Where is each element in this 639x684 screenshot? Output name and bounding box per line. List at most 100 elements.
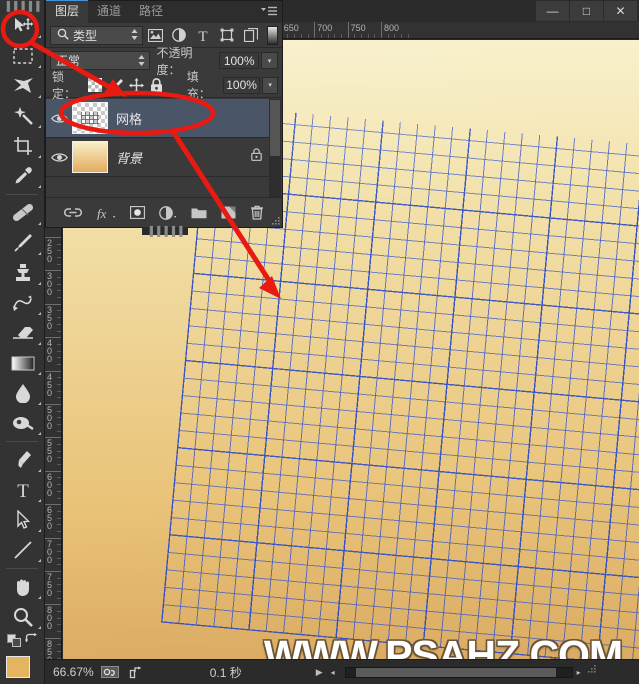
lock-all-icon[interactable] (146, 75, 166, 95)
toolbar-grip[interactable]: ▐▐▐▐▐ (0, 0, 44, 11)
type-tool[interactable]: T (0, 475, 45, 505)
ruler-minor-tick (57, 250, 61, 252)
lock-label: 锁定： (52, 70, 77, 101)
ruler-minor-tick (57, 591, 61, 593)
layer-row[interactable]: 背景 (46, 138, 271, 177)
clone-stamp-tool[interactable] (0, 258, 45, 288)
color-swatches[interactable] (0, 654, 45, 684)
filter-pixel-layers-icon[interactable] (143, 26, 167, 45)
ruler-minor-tick (57, 550, 61, 552)
opacity-stepper[interactable]: ▾ (261, 52, 278, 69)
filter-smart-object-icon[interactable] (239, 26, 263, 45)
scroll-left-arrow[interactable]: ◂ (331, 668, 335, 677)
filter-toggle[interactable] (267, 25, 278, 45)
trash-icon[interactable] (250, 205, 264, 220)
ruler-minor-tick (57, 450, 61, 452)
brush-tool[interactable] (0, 228, 45, 258)
pen-tool[interactable] (0, 445, 45, 475)
tab-paths[interactable]: 路径 (130, 0, 172, 23)
ruler-minor-tick (57, 651, 61, 653)
move-tool[interactable] (0, 11, 45, 41)
maximize-button[interactable]: □ (570, 1, 603, 21)
lasso-tool[interactable] (0, 71, 45, 101)
share-icon[interactable] (126, 665, 146, 679)
healing-brush-tool[interactable] (0, 198, 45, 228)
lock-icon (251, 148, 262, 166)
new-layer-icon[interactable] (221, 206, 236, 219)
hand-tool[interactable] (0, 572, 45, 602)
magic-wand-tool[interactable] (0, 101, 45, 131)
ruler-minor-tick (57, 617, 61, 619)
crop-tool[interactable] (0, 131, 45, 161)
filter-kind-label: 类型 (73, 28, 98, 43)
filter-adjustment-layers-icon[interactable] (167, 26, 191, 45)
marquee-tool[interactable] (0, 41, 45, 71)
opacity-value[interactable]: 100% (219, 52, 260, 69)
window-resize-grip[interactable] (586, 663, 597, 681)
dodge-tool[interactable] (0, 408, 45, 438)
ruler-minor-tick (57, 631, 61, 633)
ruler-minor-tick (57, 430, 61, 432)
history-brush-tool[interactable] (0, 288, 45, 318)
panel-scrollbar[interactable] (269, 99, 281, 199)
tab-channels[interactable]: 通道 (88, 0, 130, 23)
ruler-minor-tick (57, 484, 61, 486)
default-colors-icon[interactable] (7, 634, 22, 653)
ruler-label: 550 (47, 438, 53, 465)
zoom-level[interactable]: 66.67% (53, 665, 94, 679)
blur-tool[interactable] (0, 378, 45, 408)
minimize-button[interactable]: — (536, 1, 569, 21)
play-icon[interactable]: ▶ (316, 667, 323, 678)
layer-row[interactable]: 网格 (46, 99, 271, 138)
lock-transparency-icon[interactable] (85, 75, 105, 95)
adjustment-icon[interactable] (159, 205, 177, 220)
zoom-tool[interactable] (0, 602, 45, 632)
filter-shape-layers-icon[interactable] (215, 26, 239, 45)
ruler-minor-tick (57, 517, 61, 519)
blend-mode-select[interactable]: 正常 (50, 51, 150, 70)
scroll-right-arrow[interactable]: ▸ (577, 668, 581, 677)
ruler-minor-tick (57, 243, 61, 245)
path-selection-tool[interactable] (0, 505, 45, 535)
eraser-tool[interactable] (0, 318, 45, 348)
filter-kind-select[interactable]: 类型 (50, 25, 143, 45)
fx-icon[interactable]: fx (96, 206, 116, 220)
foreground-color-swatch[interactable] (6, 656, 30, 678)
lock-position-icon[interactable] (126, 75, 146, 95)
fill-value[interactable]: 100% (223, 76, 261, 94)
ruler-minor-tick (340, 34, 342, 38)
tab-layers[interactable]: 图层 (46, 0, 89, 23)
eyedropper-tool[interactable] (0, 161, 45, 191)
panel-menu-icon[interactable] (261, 6, 277, 19)
swap-colors-icon[interactable] (25, 633, 39, 652)
ruler-minor-tick (57, 644, 61, 646)
layer-thumbnail[interactable] (72, 141, 108, 173)
fill-stepper[interactable]: ▾ (262, 76, 279, 94)
ruler-minor-tick (57, 350, 61, 352)
panel-scrollbar-thumb[interactable] (270, 100, 280, 156)
panel-resize-grip[interactable] (270, 215, 280, 225)
horizontal-scrollbar[interactable] (344, 666, 573, 678)
gradient-tool[interactable] (0, 348, 45, 378)
panel-grip[interactable]: ▐▐▐▐▐ (142, 226, 188, 236)
close-button[interactable]: ✕ (604, 1, 637, 21)
eye-icon[interactable] (46, 113, 72, 124)
ruler-minor-tick (57, 564, 61, 566)
filter-type-layers-icon[interactable]: T (191, 26, 215, 45)
ruler-minor-tick (294, 34, 296, 38)
scrollbar-thumb[interactable] (355, 667, 556, 677)
folder-icon[interactable] (191, 206, 207, 219)
watermark-text: WWW.PSAHZ.COM (263, 632, 623, 659)
ruler-minor-tick (57, 310, 61, 312)
eye-icon[interactable] (46, 152, 72, 163)
lock-image-icon[interactable] (106, 75, 126, 95)
ruler-minor-tick (374, 34, 376, 38)
layer-name: 网格 (116, 111, 143, 127)
ruler-minor-tick (57, 263, 61, 265)
mask-icon[interactable] (130, 206, 145, 219)
layer-thumbnail[interactable] (72, 102, 108, 134)
ruler-minor-tick (57, 330, 61, 332)
line-tool[interactable] (0, 535, 45, 565)
link-icon[interactable] (64, 207, 82, 218)
proof-colors-icon[interactable] (100, 665, 120, 679)
